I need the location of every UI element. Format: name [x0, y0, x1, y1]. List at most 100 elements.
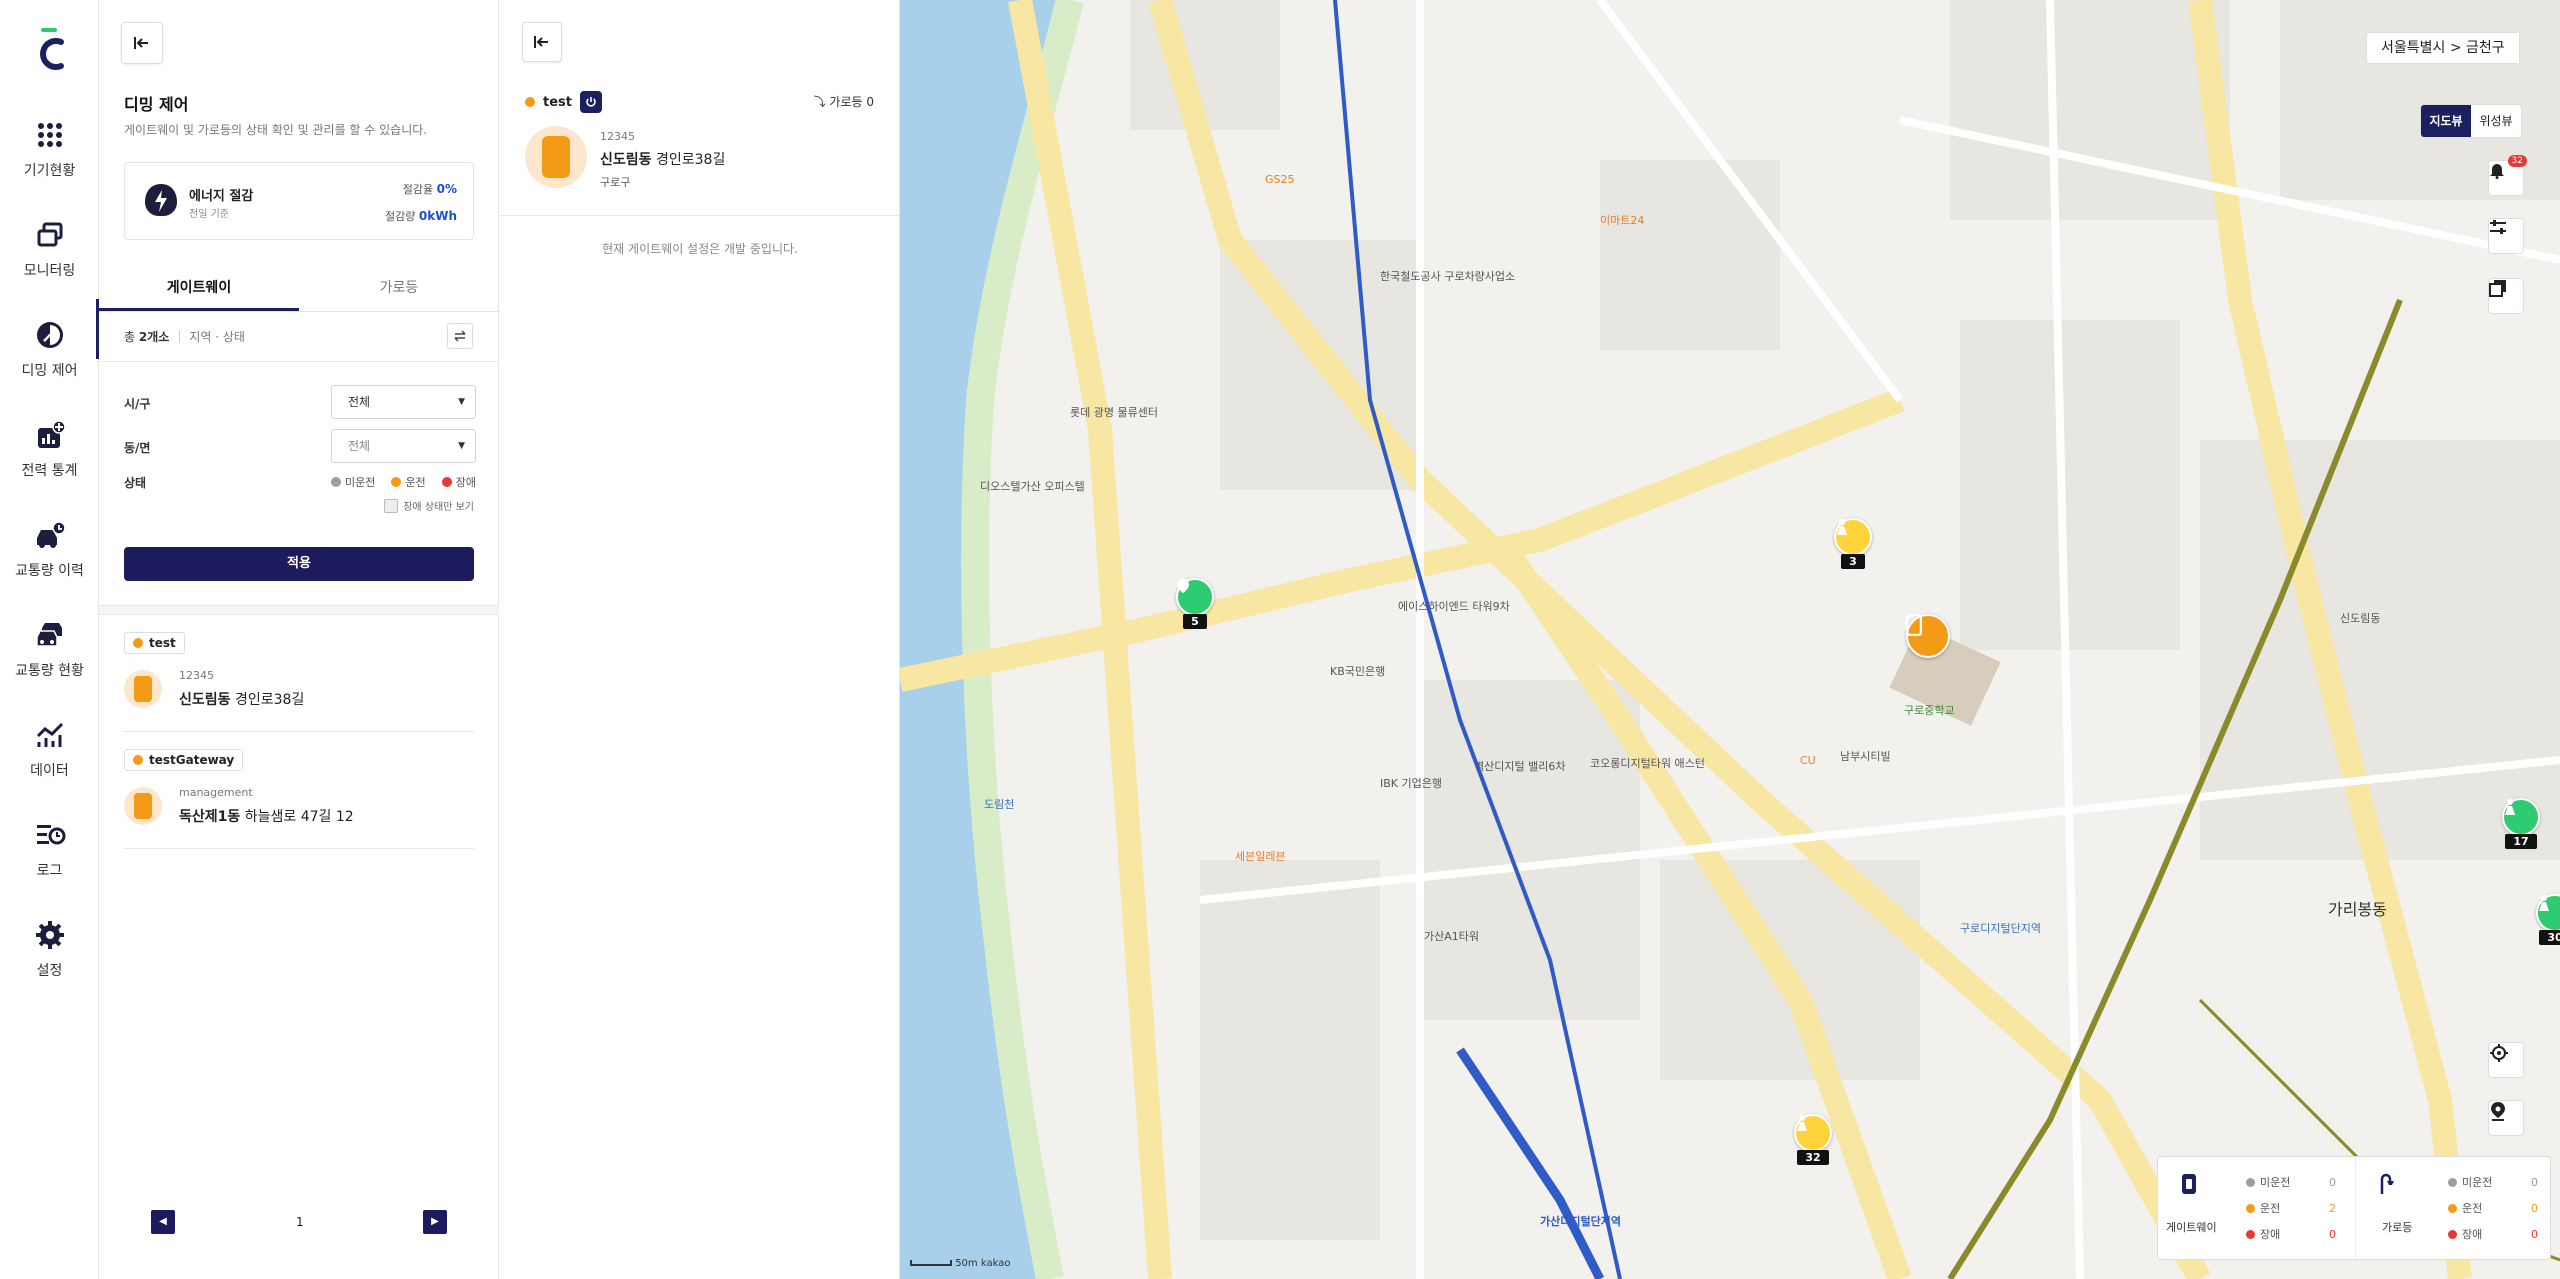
map-pin-gateway[interactable]	[1906, 614, 1950, 658]
map-pin-streetlight[interactable]: 30	[2536, 894, 2560, 945]
collapse-detail-button[interactable]	[522, 22, 562, 62]
legend-idle-label: 미운전	[2260, 1176, 2291, 1189]
map-pin-streetlight[interactable]: 5	[1176, 578, 1214, 629]
scale-value: 50m	[955, 1258, 978, 1269]
map-filter-button[interactable]	[2488, 218, 2524, 254]
status-idle-option[interactable]: 미운전	[331, 474, 375, 490]
map-label: 남부시티빌	[1840, 750, 1891, 763]
map-view-button[interactable]: 지도뷰	[2421, 105, 2471, 137]
city-select[interactable]: 전체 ▼	[331, 385, 476, 419]
power-icon[interactable]	[579, 91, 602, 113]
map-view[interactable]: 가리봉동 가산디지털단지역 롯데 광명 물류센터 디오스텔가산 오피스텔 한국철…	[900, 0, 2560, 1279]
gateway-detail-panel: test ⤵ 가로등 0 12345 신도림동 경인로38길 구로구 현재 게이…	[500, 0, 900, 1279]
map-label: 이마트24	[1600, 214, 1645, 227]
satellite-view-button[interactable]: 위성뷰	[2471, 105, 2521, 137]
energy-leaf-icon	[145, 184, 177, 216]
legend-running: 운전 0	[2448, 1195, 2538, 1221]
dong-select-value: 전체	[348, 439, 371, 453]
map-pin-streetlight[interactable]: 32	[1794, 1114, 1832, 1165]
nav-power-stats[interactable]: 전력 통계	[0, 418, 99, 498]
streetlight-legend-name: 가로등	[2382, 1221, 2413, 1234]
app: 기기현황 모니터링 디밍 제어 전력 통계 교통량 이력 교통량 현황 데이터 …	[0, 0, 2560, 1279]
notification-button[interactable]: 32	[2488, 155, 2527, 196]
divider	[99, 361, 499, 362]
sliders-icon	[2490, 220, 2506, 234]
map-pin-streetlight[interactable]: 17	[2502, 798, 2540, 849]
region-breadcrumb[interactable]: 서울특별시 > 금천구	[2366, 32, 2520, 64]
map-pin-icon	[2491, 1102, 2505, 1121]
legend-running: 운전 2	[2246, 1195, 2336, 1221]
filter-toggle-button[interactable]	[447, 323, 473, 349]
prev-page-button[interactable]: ◀	[151, 1210, 175, 1234]
power-stats-icon	[33, 418, 67, 452]
gateway-list-item[interactable]: test 12345 신도림동 경인로38길	[124, 632, 474, 732]
nav-settings[interactable]: 설정	[0, 918, 99, 998]
legend-idle-label: 미운전	[2462, 1176, 2493, 1189]
gateway-name: testGateway	[149, 753, 235, 767]
current-page[interactable]: 1	[296, 1210, 304, 1234]
nav-traffic-history[interactable]: 교통량 이력	[0, 518, 99, 598]
status-fault-option[interactable]: 장애	[441, 474, 476, 490]
dong-select[interactable]: 전체 ▼	[331, 429, 476, 463]
map-label: 한국철도공사 구로차량사업소	[1380, 270, 1516, 283]
detail-district: 구로구	[600, 176, 631, 189]
status-fault-label: 장애	[455, 476, 476, 489]
map-canvas	[900, 0, 2560, 1279]
next-page-button[interactable]: ▶	[423, 1210, 447, 1234]
map-label: 가산A1타워	[1424, 930, 1480, 943]
saving-rate: 절감율 0%	[403, 181, 457, 197]
nav-dimming[interactable]: 디밍 제어	[0, 318, 99, 398]
map-view-toggle: 지도뷰 위성뷰	[2420, 104, 2522, 138]
nav-traffic-status[interactable]: 교통량 현황	[0, 618, 99, 698]
result-count-row: 총 2개소 | 지역 · 상태	[124, 329, 245, 344]
legend-running-value: 0	[2531, 1201, 2538, 1215]
collapse-left-icon	[534, 36, 548, 48]
active-indicator	[96, 299, 99, 359]
gateway-address: 신도림동 경인로38길	[179, 689, 304, 709]
status-dot	[133, 755, 143, 765]
streetlight-icon	[124, 670, 162, 708]
apply-button[interactable]: 적용	[124, 547, 474, 581]
map-label: 벽산디지털 밸리6차	[1474, 760, 1566, 773]
lamp-icon: ⤵	[813, 95, 826, 109]
streetlight-pin-icon	[2536, 894, 2560, 932]
monitor-icon	[33, 218, 67, 252]
tab-streetlight[interactable]: 가로등	[299, 265, 499, 311]
gateway-list-item[interactable]: testGateway management 독산제1동 하늘샘로 47길 12	[124, 749, 474, 849]
pin-count: 30	[2539, 930, 2560, 945]
status-running-option[interactable]: 운전	[391, 474, 426, 490]
gateway-legend-name: 게이트웨이	[2166, 1221, 2217, 1234]
map-pin-streetlight[interactable]: 3	[1834, 518, 1872, 569]
layers-button[interactable]	[2488, 278, 2524, 314]
gateway-code: 12345	[179, 669, 214, 682]
dong-label: 동/면	[124, 441, 151, 455]
energy-title: 에너지 절감	[189, 189, 254, 204]
only-fault-checkbox[interactable]: 장애 상태만 보기	[384, 498, 474, 513]
section-gap	[99, 605, 499, 615]
streetlight-legend: 가로등 미운전 0 운전 0 장애 0	[2355, 1157, 2552, 1261]
collapse-panel-button[interactable]	[121, 22, 163, 64]
legend-fault-label: 장애	[2462, 1228, 2483, 1241]
traffic-history-icon	[33, 518, 67, 552]
location-pin-button[interactable]	[2488, 1100, 2524, 1136]
map-scale: 50m kakao	[910, 1258, 1010, 1269]
nav-monitoring[interactable]: 모니터링	[0, 218, 99, 298]
legend-running-label: 운전	[2462, 1202, 2483, 1215]
tab-gateway[interactable]: 게이트웨이	[99, 265, 299, 311]
my-location-button[interactable]	[2488, 1042, 2524, 1078]
collapse-left-icon	[134, 37, 148, 49]
streetlight-count-value: 0	[866, 95, 874, 109]
streetlight-pin-icon	[1176, 578, 1214, 616]
legend-fault: 장애 0	[2448, 1221, 2538, 1247]
nav-log[interactable]: 로그	[0, 818, 99, 898]
legend-idle: 미운전 0	[2246, 1169, 2336, 1195]
legend-fault-label: 장애	[2260, 1228, 2281, 1241]
lamp-icon	[2378, 1173, 2408, 1203]
map-label: 에이스하이엔드 타워9차	[1398, 600, 1510, 613]
city-select-value: 전체	[348, 395, 371, 409]
energy-saving-card: 에너지 절감 전일 기준 절감율 0% 절감량 0kWh	[124, 162, 474, 240]
detail-name: test	[543, 94, 572, 110]
nav-device-status[interactable]: 기기현황	[0, 118, 99, 198]
nav-data[interactable]: 데이터	[0, 718, 99, 798]
streetlight-count: ⤵ 가로등 0	[814, 93, 874, 110]
